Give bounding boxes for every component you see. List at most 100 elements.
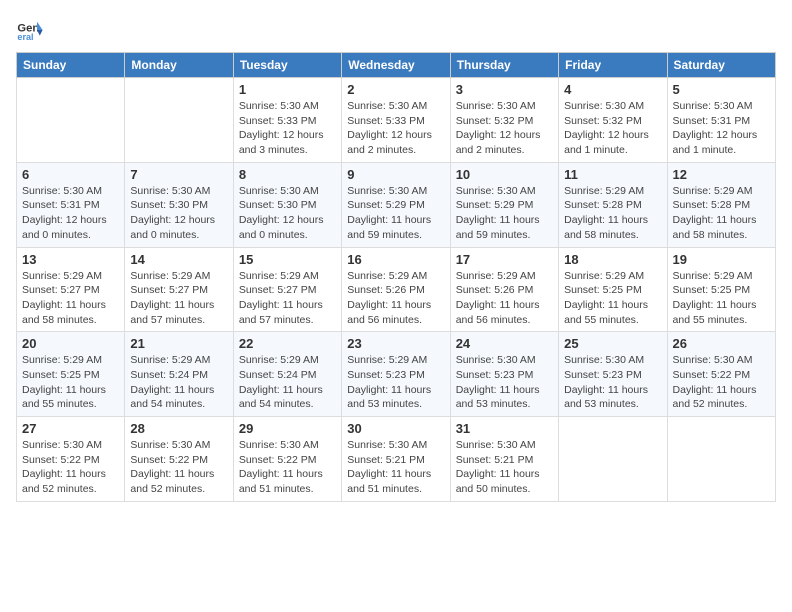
day-number: 16 (347, 252, 444, 267)
logo: Gen eral (16, 16, 48, 44)
day-info: Sunrise: 5:29 AM Sunset: 5:28 PM Dayligh… (673, 184, 770, 243)
week-row-4: 20 Sunrise: 5:29 AM Sunset: 5:25 PM Dayli… (17, 332, 776, 417)
calendar-cell: 17Sunrise: 5:29 AM Sunset: 5:26 PM Dayli… (450, 247, 558, 332)
day-info: Sunrise: 5:29 AM Sunset: 5:24 PM Dayligh… (239, 353, 336, 412)
day-info: Sunrise: 5:30 AM Sunset: 5:29 PM Dayligh… (456, 184, 553, 243)
calendar-cell: 2 Sunrise: 5:30 AM Sunset: 5:33 PM Daylig… (342, 78, 450, 163)
day-info: Sunrise: 5:30 AM Sunset: 5:21 PM Dayligh… (347, 438, 444, 497)
calendar-cell: 16 Sunrise: 5:29 AM Sunset: 5:26 PM Dayli… (342, 247, 450, 332)
day-info: Sunrise: 5:30 AM Sunset: 5:23 PM Dayligh… (456, 353, 553, 412)
day-info: Sunrise: 5:29 AM Sunset: 5:25 PM Dayligh… (22, 353, 119, 412)
day-info: Sunrise: 5:30 AM Sunset: 5:33 PM Dayligh… (347, 99, 444, 158)
calendar-cell: 31 Sunrise: 5:30 AM Sunset: 5:21 PM Dayli… (450, 417, 558, 502)
day-number: 23 (347, 336, 444, 351)
day-number: 11 (564, 167, 661, 182)
week-row-3: 13 Sunrise: 5:29 AM Sunset: 5:27 PM Dayli… (17, 247, 776, 332)
day-number: 4 (564, 82, 661, 97)
day-info: Sunrise: 5:30 AM Sunset: 5:21 PM Dayligh… (456, 438, 553, 497)
day-info: Sunrise: 5:29 AM Sunset: 5:26 PM Dayligh… (347, 269, 444, 328)
page-header: Gen eral (16, 16, 776, 44)
calendar-cell (17, 78, 125, 163)
day-number: 22 (239, 336, 336, 351)
calendar-cell: 12 Sunrise: 5:29 AM Sunset: 5:28 PM Dayli… (667, 162, 775, 247)
day-info: Sunrise: 5:30 AM Sunset: 5:22 PM Dayligh… (130, 438, 227, 497)
calendar-header-row: SundayMondayTuesdayWednesdayThursdayFrid… (17, 53, 776, 78)
day-number: 15 (239, 252, 336, 267)
day-info: Sunrise: 5:30 AM Sunset: 5:30 PM Dayligh… (130, 184, 227, 243)
calendar-cell: 20 Sunrise: 5:29 AM Sunset: 5:25 PM Dayli… (17, 332, 125, 417)
day-info: Sunrise: 5:30 AM Sunset: 5:31 PM Dayligh… (673, 99, 770, 158)
calendar-cell: 26 Sunrise: 5:30 AM Sunset: 5:22 PM Dayli… (667, 332, 775, 417)
day-info: Sunrise: 5:29 AM Sunset: 5:24 PM Dayligh… (130, 353, 227, 412)
day-info: Sunrise: 5:30 AM Sunset: 5:32 PM Dayligh… (456, 99, 553, 158)
calendar-cell: 10 Sunrise: 5:30 AM Sunset: 5:29 PM Dayli… (450, 162, 558, 247)
svg-text:eral: eral (17, 32, 33, 42)
calendar-cell (125, 78, 233, 163)
day-info: Sunrise: 5:29 AM Sunset: 5:25 PM Dayligh… (673, 269, 770, 328)
day-info: Sunrise: 5:30 AM Sunset: 5:29 PM Dayligh… (347, 184, 444, 243)
day-info: Sunrise: 5:29 AM Sunset: 5:26 PM Dayligh… (456, 269, 553, 328)
day-info: Sunrise: 5:30 AM Sunset: 5:33 PM Dayligh… (239, 99, 336, 158)
calendar-cell: 6Sunrise: 5:30 AM Sunset: 5:31 PM Daylig… (17, 162, 125, 247)
day-number: 19 (673, 252, 770, 267)
header-sunday: Sunday (17, 53, 125, 78)
day-info: Sunrise: 5:30 AM Sunset: 5:22 PM Dayligh… (673, 353, 770, 412)
day-number: 14 (130, 252, 227, 267)
day-number: 7 (130, 167, 227, 182)
calendar-cell: 4 Sunrise: 5:30 AM Sunset: 5:32 PM Daylig… (559, 78, 667, 163)
header-friday: Friday (559, 53, 667, 78)
calendar-cell: 11Sunrise: 5:29 AM Sunset: 5:28 PM Dayli… (559, 162, 667, 247)
day-number: 21 (130, 336, 227, 351)
calendar-cell: 14 Sunrise: 5:29 AM Sunset: 5:27 PM Dayli… (125, 247, 233, 332)
calendar-cell: 29Sunrise: 5:30 AM Sunset: 5:22 PM Dayli… (233, 417, 341, 502)
calendar-table: SundayMondayTuesdayWednesdayThursdayFrid… (16, 52, 776, 502)
calendar-cell: 9Sunrise: 5:30 AM Sunset: 5:29 PM Daylig… (342, 162, 450, 247)
day-number: 12 (673, 167, 770, 182)
day-number: 6 (22, 167, 119, 182)
calendar-cell: 15Sunrise: 5:29 AM Sunset: 5:27 PM Dayli… (233, 247, 341, 332)
day-info: Sunrise: 5:30 AM Sunset: 5:32 PM Dayligh… (564, 99, 661, 158)
calendar-cell (559, 417, 667, 502)
day-number: 2 (347, 82, 444, 97)
day-number: 24 (456, 336, 553, 351)
day-number: 28 (130, 421, 227, 436)
day-number: 30 (347, 421, 444, 436)
calendar-cell: 8 Sunrise: 5:30 AM Sunset: 5:30 PM Daylig… (233, 162, 341, 247)
calendar-cell: 24 Sunrise: 5:30 AM Sunset: 5:23 PM Dayli… (450, 332, 558, 417)
calendar-cell: 22 Sunrise: 5:29 AM Sunset: 5:24 PM Dayli… (233, 332, 341, 417)
week-row-1: 1 Sunrise: 5:30 AM Sunset: 5:33 PM Daylig… (17, 78, 776, 163)
day-info: Sunrise: 5:30 AM Sunset: 5:23 PM Dayligh… (564, 353, 661, 412)
day-info: Sunrise: 5:30 AM Sunset: 5:30 PM Dayligh… (239, 184, 336, 243)
day-number: 26 (673, 336, 770, 351)
day-info: Sunrise: 5:29 AM Sunset: 5:27 PM Dayligh… (22, 269, 119, 328)
day-info: Sunrise: 5:29 AM Sunset: 5:27 PM Dayligh… (130, 269, 227, 328)
calendar-cell: 5Sunrise: 5:30 AM Sunset: 5:31 PM Daylig… (667, 78, 775, 163)
calendar-cell: 19 Sunrise: 5:29 AM Sunset: 5:25 PM Dayli… (667, 247, 775, 332)
week-row-5: 27 Sunrise: 5:30 AM Sunset: 5:22 PM Dayli… (17, 417, 776, 502)
day-number: 13 (22, 252, 119, 267)
day-info: Sunrise: 5:30 AM Sunset: 5:22 PM Dayligh… (239, 438, 336, 497)
calendar-cell: 3Sunrise: 5:30 AM Sunset: 5:32 PM Daylig… (450, 78, 558, 163)
day-number: 20 (22, 336, 119, 351)
day-info: Sunrise: 5:30 AM Sunset: 5:22 PM Dayligh… (22, 438, 119, 497)
header-tuesday: Tuesday (233, 53, 341, 78)
header-wednesday: Wednesday (342, 53, 450, 78)
logo-icon: Gen eral (16, 16, 44, 44)
header-saturday: Saturday (667, 53, 775, 78)
day-info: Sunrise: 5:29 AM Sunset: 5:25 PM Dayligh… (564, 269, 661, 328)
day-number: 1 (239, 82, 336, 97)
calendar-cell: 25Sunrise: 5:30 AM Sunset: 5:23 PM Dayli… (559, 332, 667, 417)
header-thursday: Thursday (450, 53, 558, 78)
day-number: 27 (22, 421, 119, 436)
calendar-cell: 28 Sunrise: 5:30 AM Sunset: 5:22 PM Dayli… (125, 417, 233, 502)
calendar-cell: 13 Sunrise: 5:29 AM Sunset: 5:27 PM Dayli… (17, 247, 125, 332)
calendar-cell: 18 Sunrise: 5:29 AM Sunset: 5:25 PM Dayli… (559, 247, 667, 332)
calendar-cell: 23Sunrise: 5:29 AM Sunset: 5:23 PM Dayli… (342, 332, 450, 417)
day-number: 31 (456, 421, 553, 436)
calendar-cell: 21 Sunrise: 5:29 AM Sunset: 5:24 PM Dayli… (125, 332, 233, 417)
calendar-cell: 27 Sunrise: 5:30 AM Sunset: 5:22 PM Dayli… (17, 417, 125, 502)
day-number: 10 (456, 167, 553, 182)
calendar-cell (667, 417, 775, 502)
day-number: 18 (564, 252, 661, 267)
day-number: 8 (239, 167, 336, 182)
